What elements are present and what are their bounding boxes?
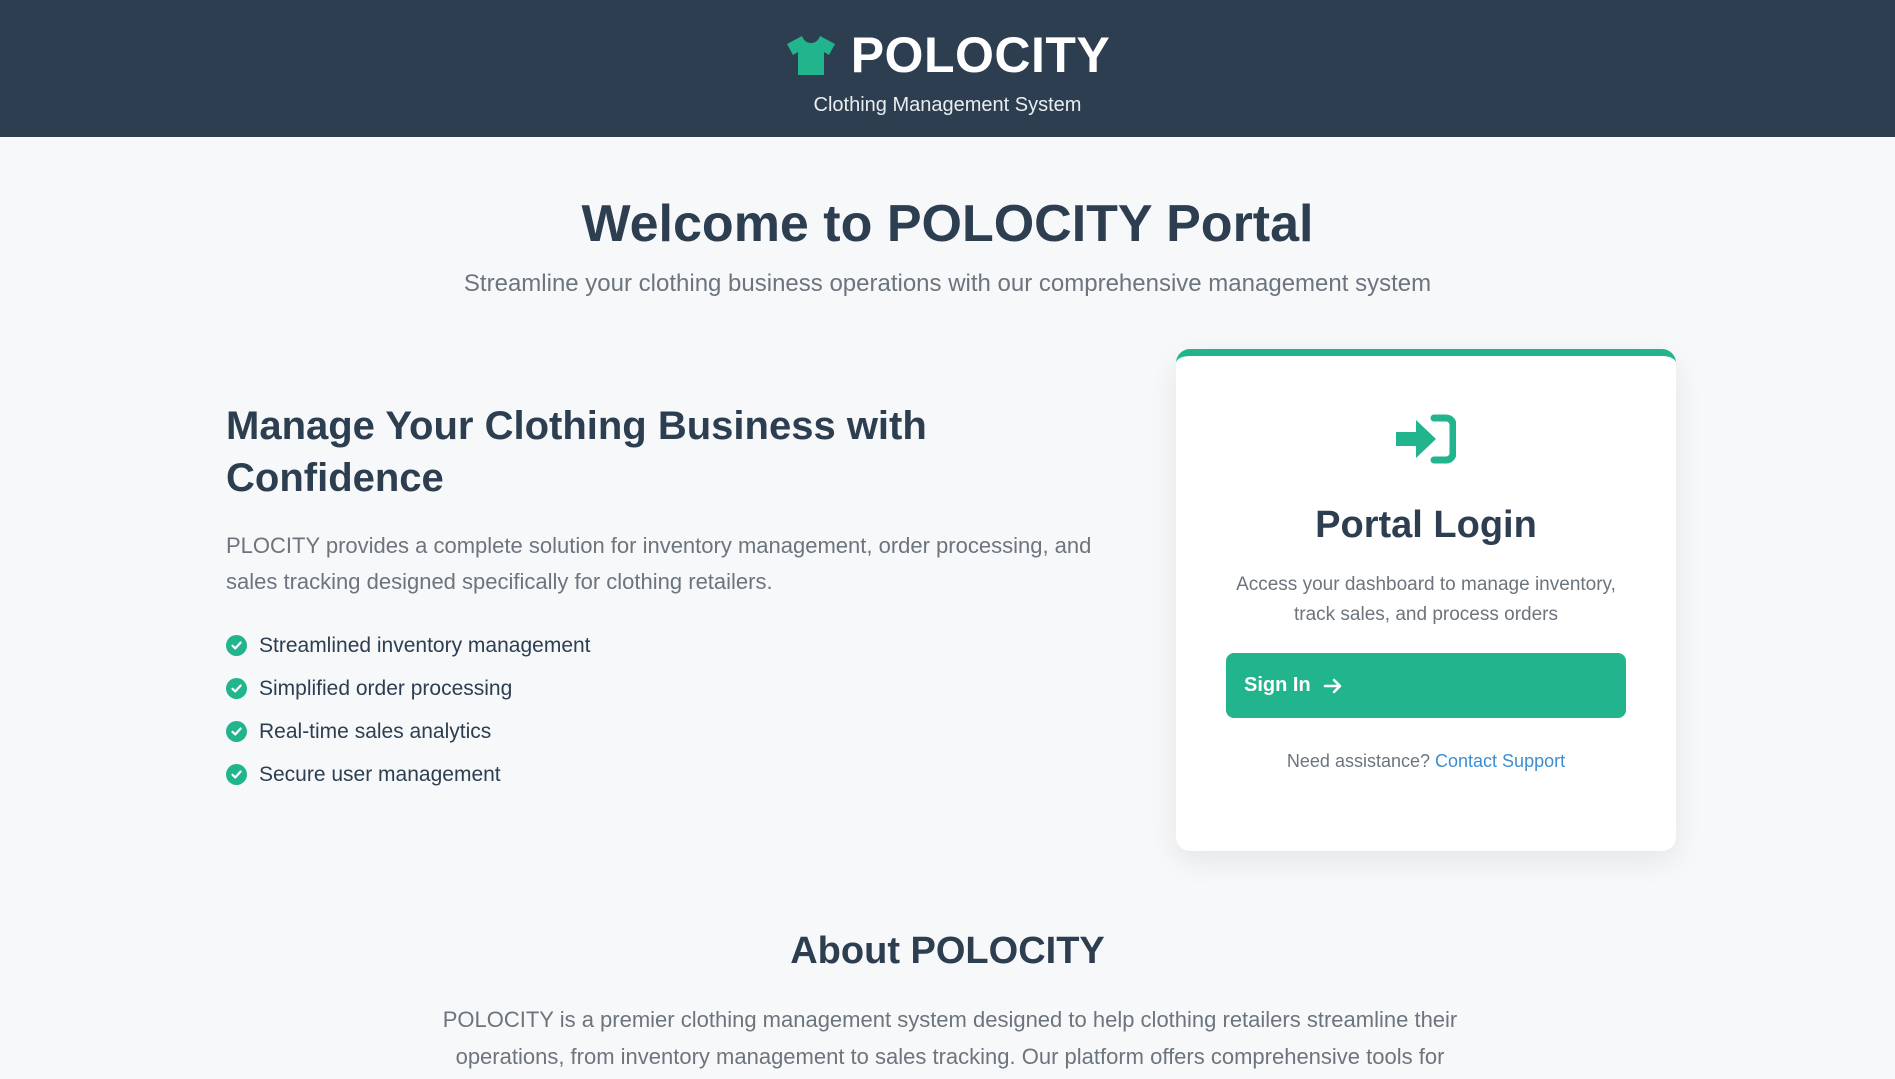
feature-item: Streamlined inventory management (226, 624, 1106, 667)
feature-label: Real-time sales analytics (259, 719, 492, 743)
login-card: Portal Login Access your dashboard to ma… (1176, 349, 1676, 851)
check-circle-icon (226, 721, 247, 742)
login-title: Portal Login (1315, 504, 1537, 546)
welcome-title: Welcome to POLOCITY Portal (581, 195, 1314, 253)
about-title: About POLOCITY (790, 930, 1105, 972)
feature-item: Secure user management (226, 753, 1106, 796)
feature-item: Real-time sales analytics (226, 710, 1106, 753)
sign-in-icon (1396, 414, 1456, 464)
sign-in-button[interactable]: Sign In (1226, 653, 1626, 718)
feature-label: Streamlined inventory management (259, 633, 591, 657)
arrow-right-icon (1323, 678, 1341, 693)
feature-item: Simplified order processing (226, 667, 1106, 710)
feature-list: Streamlined inventory management Simplif… (226, 624, 1106, 796)
brand[interactable]: POLOCITY (0, 26, 1895, 84)
welcome-subtitle: Streamline your clothing business operat… (463, 270, 1432, 297)
site-header: POLOCITY Clothing Management System (0, 0, 1895, 137)
tshirt-icon (786, 36, 835, 75)
contact-support-link[interactable]: Contact Support (1435, 751, 1565, 771)
check-circle-icon (226, 635, 247, 656)
login-description: Access your dashboard to manage inventor… (1236, 574, 1616, 625)
sign-in-label: Sign In (1244, 674, 1311, 696)
brand-subtitle: Clothing Management System (813, 94, 1082, 116)
intro-description: PLOCITY provides a complete solution for… (226, 533, 1092, 594)
assistance-text: Need assistance? Contact Support (1176, 751, 1676, 772)
feature-label: Simplified order processing (259, 676, 513, 700)
brand-name: POLOCITY (850, 27, 1111, 83)
assistance-label: Need assistance? (1286, 751, 1430, 771)
intro-heading: Manage Your Clothing Business with Confi… (226, 404, 927, 500)
check-circle-icon (226, 764, 247, 785)
feature-label: Secure user management (259, 762, 501, 786)
check-circle-icon (226, 678, 247, 699)
about-text: POLOCITY is a premier clothing managemen… (442, 1007, 1458, 1069)
intro-section: Manage Your Clothing Business with Confi… (226, 400, 1106, 796)
